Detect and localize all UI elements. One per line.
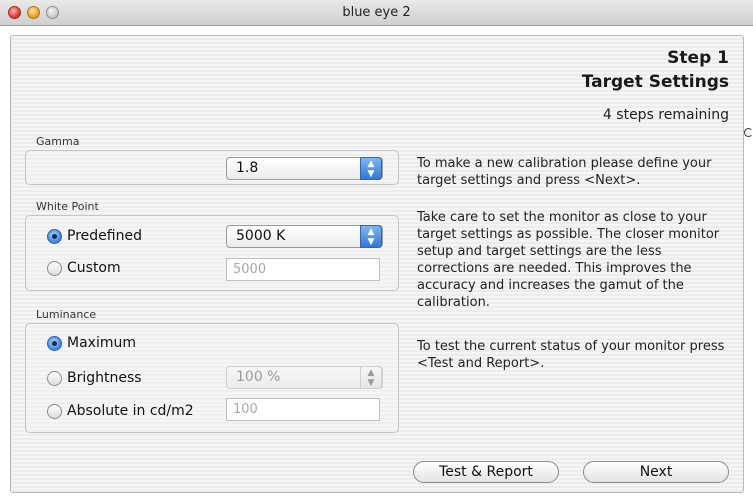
maximum-label: Maximum [67, 335, 136, 351]
radio-selected-icon [47, 228, 62, 244]
radio-unselected-icon [47, 370, 62, 386]
absolute-radio[interactable]: Absolute in cd/m2 [47, 403, 194, 419]
custom-white-point-input[interactable]: 5000 [226, 258, 380, 281]
app-window: blue eye 2 Step 1 Target Settings 4 step… [0, 0, 753, 500]
title-bar[interactable]: blue eye 2 [0, 0, 753, 26]
radio-selected-icon [47, 335, 62, 351]
brightness-value: 100 % [236, 369, 281, 385]
updown-arrows-icon: ▲ ▼ [360, 157, 382, 180]
predefined-radio[interactable]: Predefined [47, 228, 142, 244]
brightness-label: Brightness [67, 370, 142, 386]
brightness-radio[interactable]: Brightness [47, 370, 142, 386]
gamma-select[interactable]: 1.8 ▲ ▼ [226, 157, 383, 180]
predefined-label: Predefined [67, 228, 142, 244]
steps-remaining: 4 steps remaining [602, 107, 729, 123]
custom-label: Custom [67, 260, 121, 276]
maximum-radio[interactable]: Maximum [47, 335, 136, 351]
radio-unselected-icon [47, 403, 62, 419]
next-button[interactable]: Next [583, 461, 729, 483]
gamma-value: 1.8 [236, 160, 259, 176]
instruction-paragraph-2: Take care to set the monitor as close to… [417, 210, 720, 310]
step-number: Step 1 [667, 48, 729, 68]
updown-arrows-icon: ▲ ▼ [360, 225, 382, 248]
white-point-select[interactable]: 5000 K ▲ ▼ [226, 225, 383, 248]
brightness-stepper[interactable]: 100 % ▲ ▼ [226, 366, 383, 389]
luminance-label: Luminance [36, 308, 97, 321]
absolute-label: Absolute in cd/m2 [67, 403, 194, 419]
instruction-paragraph-1: To make a new calibration please define … [417, 156, 712, 188]
custom-radio[interactable]: Custom [47, 260, 121, 276]
white-point-value: 5000 K [236, 228, 286, 244]
window-title: blue eye 2 [342, 5, 411, 20]
gamma-label: Gamma [36, 135, 80, 148]
stepper-arrows-icon: ▲ ▼ [360, 366, 382, 389]
step-title: Target Settings [581, 72, 729, 92]
white-point-label: White Point [36, 200, 99, 213]
test-report-button[interactable]: Test & Report [413, 461, 559, 483]
absolute-luminance-input[interactable]: 100 [226, 398, 380, 421]
progress-spinner-icon [744, 128, 753, 137]
radio-unselected-icon [47, 260, 62, 276]
instruction-paragraph-3: To test the current status of your monit… [417, 339, 725, 371]
